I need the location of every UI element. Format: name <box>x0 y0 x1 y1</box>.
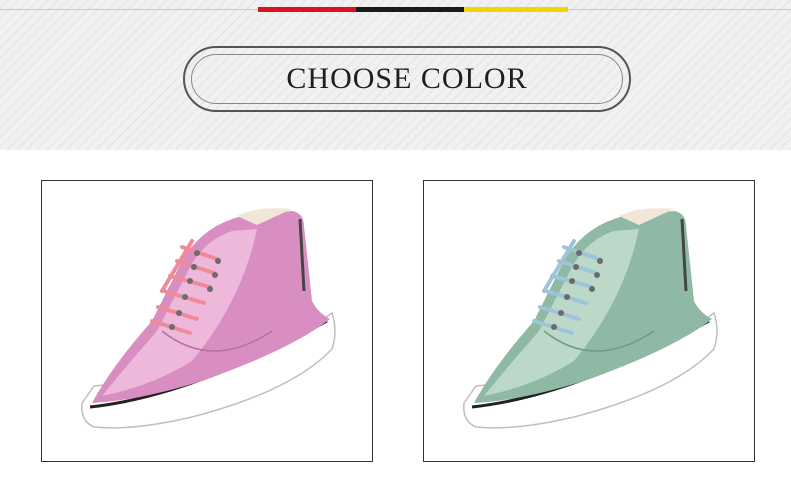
product-image-green[interactable] <box>423 180 755 462</box>
page-title: CHOOSE COLOR <box>286 62 528 95</box>
product-image-pink[interactable] <box>41 180 373 462</box>
flag-stripe-black <box>356 7 464 12</box>
sneaker-pink-image <box>81 208 336 429</box>
title-pill: CHOOSE COLOR <box>183 46 631 112</box>
sneaker-green-image <box>463 208 718 429</box>
flag-stripe-red <box>258 7 356 12</box>
flag-stripe-yellow <box>464 7 568 12</box>
